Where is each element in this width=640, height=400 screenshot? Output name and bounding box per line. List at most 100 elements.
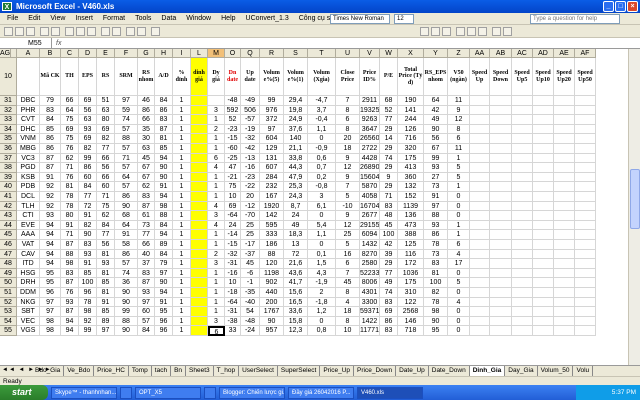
table-cell[interactable]: 4 <box>448 297 470 308</box>
table-cell[interactable]: 51 <box>97 96 115 106</box>
column-title-cell[interactable]: Speed Up50 <box>575 58 596 96</box>
table-cell[interactable]: 1 <box>173 288 191 298</box>
table-cell[interactable] <box>191 278 208 288</box>
column-header[interactable]: V <box>360 49 380 58</box>
table-cell[interactable]: 6094 <box>360 230 380 240</box>
table-cell[interactable]: -14 <box>225 230 241 240</box>
table-cell[interactable] <box>490 124 512 135</box>
sheet-tab[interactable]: Day_Gia <box>505 366 538 376</box>
table-cell[interactable]: -19 <box>241 124 260 135</box>
column-title-cell[interactable]: dinh giá <box>191 58 208 96</box>
row-header[interactable]: 36 <box>0 144 17 154</box>
table-cell[interactable]: 81 <box>97 268 115 279</box>
table-cell[interactable] <box>533 288 554 298</box>
table-cell[interactable]: 30 <box>138 134 155 144</box>
table-cell[interactable]: 190 <box>398 96 424 106</box>
table-cell[interactable] <box>470 124 490 135</box>
table-cell[interactable]: 96 <box>155 316 173 327</box>
menu-tools[interactable]: Tools <box>130 15 156 22</box>
table-cell[interactable]: 1 <box>173 172 191 183</box>
table-cell[interactable] <box>512 278 533 288</box>
table-cell[interactable]: 37,6 <box>284 124 308 135</box>
table-cell[interactable]: 16,5 <box>284 297 308 308</box>
table-cell[interactable]: 0 <box>448 192 470 202</box>
table-cell[interactable]: 0 <box>308 211 336 221</box>
table-cell[interactable] <box>512 259 533 269</box>
table-cell[interactable] <box>191 144 208 154</box>
table-cell[interactable] <box>191 220 208 231</box>
table-cell[interactable]: 9263 <box>360 115 380 125</box>
column-title-cell[interactable]: Dn date <box>225 58 241 96</box>
table-cell[interactable]: 87 <box>61 240 79 250</box>
copy-icon[interactable] <box>76 27 85 36</box>
table-cell[interactable]: 97 <box>40 307 61 317</box>
table-cell[interactable] <box>575 316 596 327</box>
table-cell[interactable]: -48 <box>225 96 241 106</box>
table-cell[interactable]: 87 <box>40 153 61 164</box>
table-cell[interactable]: 89 <box>155 240 173 250</box>
table-cell[interactable]: 6 <box>336 259 360 269</box>
table-cell[interactable]: 4 <box>208 201 225 212</box>
table-cell[interactable]: 49 <box>424 115 448 125</box>
table-cell[interactable]: 52233 <box>360 268 380 279</box>
table-cell[interactable]: 5870 <box>360 182 380 192</box>
table-cell[interactable]: 86 <box>380 316 398 327</box>
table-cell[interactable] <box>470 230 490 240</box>
table-cell[interactable]: 1 <box>173 268 191 279</box>
table-cell[interactable]: 71 <box>61 163 79 173</box>
table-cell[interactable] <box>533 182 554 192</box>
table-cell[interactable]: 83 <box>155 115 173 125</box>
table-cell[interactable]: 1 <box>173 105 191 116</box>
table-cell[interactable]: 90 <box>115 326 138 336</box>
sheet-tab[interactable]: Volum_50 <box>538 366 574 376</box>
table-cell[interactable]: 77 <box>97 230 115 240</box>
table-cell[interactable]: -40 <box>241 297 260 308</box>
row-header[interactable]: 34 <box>0 124 17 135</box>
table-cell[interactable] <box>470 326 490 336</box>
taskbar-item[interactable]: Skype™ - thanhnhan... <box>51 386 117 399</box>
table-cell[interactable]: 11 <box>448 144 470 154</box>
table-cell[interactable]: -10 <box>336 201 360 212</box>
row-header[interactable]: 51 <box>0 288 17 298</box>
table-cell[interactable]: 33,8 <box>284 153 308 164</box>
table-cell[interactable]: 66 <box>138 240 155 250</box>
table-cell[interactable]: -0,4 <box>308 115 336 125</box>
column-header[interactable]: G <box>138 49 155 58</box>
column-header[interactable]: S <box>284 49 308 58</box>
table-cell[interactable]: 82 <box>79 220 97 231</box>
table-cell[interactable]: 26560 <box>360 134 380 144</box>
table-cell[interactable] <box>533 124 554 135</box>
table-cell[interactable] <box>575 288 596 298</box>
table-cell[interactable]: 87 <box>61 278 79 288</box>
table-cell[interactable] <box>470 288 490 298</box>
table-cell[interactable] <box>490 96 512 106</box>
table-cell[interactable]: 78 <box>61 192 79 202</box>
table-cell[interactable]: 2580 <box>360 259 380 269</box>
table-cell[interactable]: 63 <box>97 105 115 116</box>
table-cell[interactable]: 152 <box>398 192 424 202</box>
table-cell[interactable]: 73 <box>424 182 448 192</box>
table-cell[interactable]: 1 <box>173 240 191 250</box>
column-header[interactable]: Z <box>448 49 470 58</box>
table-cell[interactable]: 4,3 <box>308 268 336 279</box>
table-cell[interactable]: -38 <box>225 316 241 327</box>
table-cell[interactable] <box>490 172 512 183</box>
table-cell[interactable]: 1 <box>173 153 191 164</box>
table-cell[interactable]: 100 <box>424 278 448 288</box>
table-cell[interactable]: 56 <box>97 240 115 250</box>
table-cell[interactable]: 1036 <box>398 268 424 279</box>
table-cell[interactable]: 1767 <box>260 307 284 317</box>
column-title-cell[interactable]: RS <box>97 58 115 96</box>
table-cell[interactable]: 93 <box>79 124 97 135</box>
column-title-cell[interactable]: Speed Up10 <box>533 58 554 96</box>
table-cell[interactable]: 284 <box>260 172 284 183</box>
table-cell[interactable]: 506 <box>241 105 260 116</box>
table-cell[interactable]: 62 <box>97 211 115 221</box>
table-cell[interactable]: 98 <box>61 259 79 269</box>
paste-icon[interactable] <box>87 27 96 36</box>
table-cell[interactable]: 86 <box>155 105 173 116</box>
table-cell[interactable] <box>490 192 512 202</box>
table-cell[interactable]: 607 <box>260 163 284 173</box>
table-cell[interactable]: 1 <box>173 307 191 317</box>
column-title-cell[interactable]: Volum e%(5) <box>260 58 284 96</box>
